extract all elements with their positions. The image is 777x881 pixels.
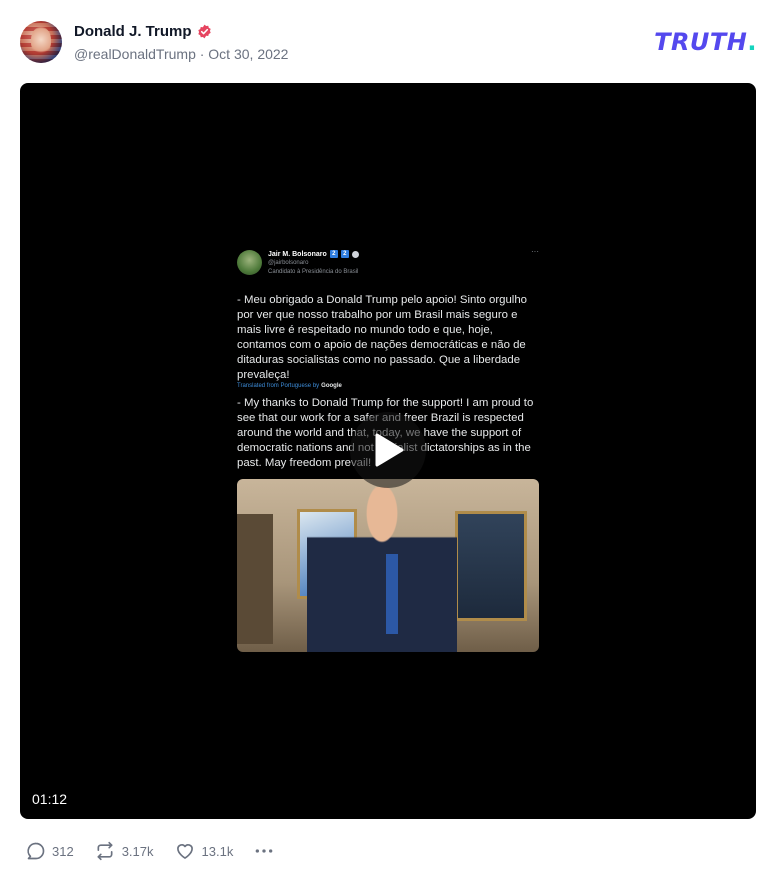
author-name-row: Donald J. Trump — [74, 23, 212, 40]
more-dots-icon — [255, 849, 273, 853]
retruth-button[interactable]: 3.17k — [94, 841, 154, 861]
more-options-button[interactable] — [253, 841, 275, 861]
author-name[interactable]: Donald J. Trump — [74, 23, 192, 40]
video-player[interactable]: Jair M. Bolsonaro 2 2 @jairbolsonaro Can… — [20, 83, 756, 819]
tweet-text-portuguese: - Meu obrigado a Donald Trump pelo apoio… — [237, 294, 528, 381]
verified-badge-icon — [197, 24, 212, 39]
play-icon — [375, 433, 404, 467]
translated-brand: Google — [321, 383, 342, 389]
retruth-icon — [97, 841, 113, 861]
tweet-badge-1: 2 — [329, 250, 338, 258]
author-avatar[interactable] — [20, 21, 62, 63]
post-header: Donald J. Trump @realDonaldTrump · Oct 3… — [20, 21, 757, 65]
tweet-verified-icon — [351, 250, 359, 258]
retruth-count: 3.17k — [121, 843, 154, 859]
logo-dot: . — [747, 28, 757, 56]
truth-logo[interactable]: TRUTH. — [654, 28, 757, 56]
like-button[interactable]: 13.1k — [174, 841, 234, 861]
tweet-author-name-text: Jair M. Bolsonaro — [268, 250, 327, 258]
logo-text: TRUTH — [654, 28, 748, 56]
play-button[interactable] — [350, 412, 426, 488]
post-actions: 312 3.17k 13.1k — [26, 839, 275, 863]
tweet-candidate-label: Candidato à Presidência do Brasil — [268, 269, 359, 275]
tweet-author-name: Jair M. Bolsonaro 2 2 — [268, 250, 359, 258]
like-count: 13.1k — [201, 843, 234, 859]
author-handle-date: @realDonaldTrump · Oct 30, 2022 — [74, 46, 289, 62]
tweet-avatar — [237, 250, 262, 275]
tweet-handle: @jairbolsonaro — [268, 260, 309, 266]
reply-icon — [27, 842, 45, 860]
tweet-more-icon: ··· — [531, 247, 539, 256]
tweet-translated-label: Translated from Portuguese by Google — [237, 383, 342, 389]
tweet-video-thumbnail — [237, 479, 539, 652]
tweet-badge-2: 2 — [340, 250, 349, 258]
reply-count: 312 — [52, 843, 74, 859]
translated-text: Translated from Portuguese by — [237, 383, 320, 389]
video-duration: 01:12 — [32, 791, 68, 807]
reply-button[interactable]: 312 — [26, 841, 74, 861]
heart-icon — [176, 844, 193, 859]
